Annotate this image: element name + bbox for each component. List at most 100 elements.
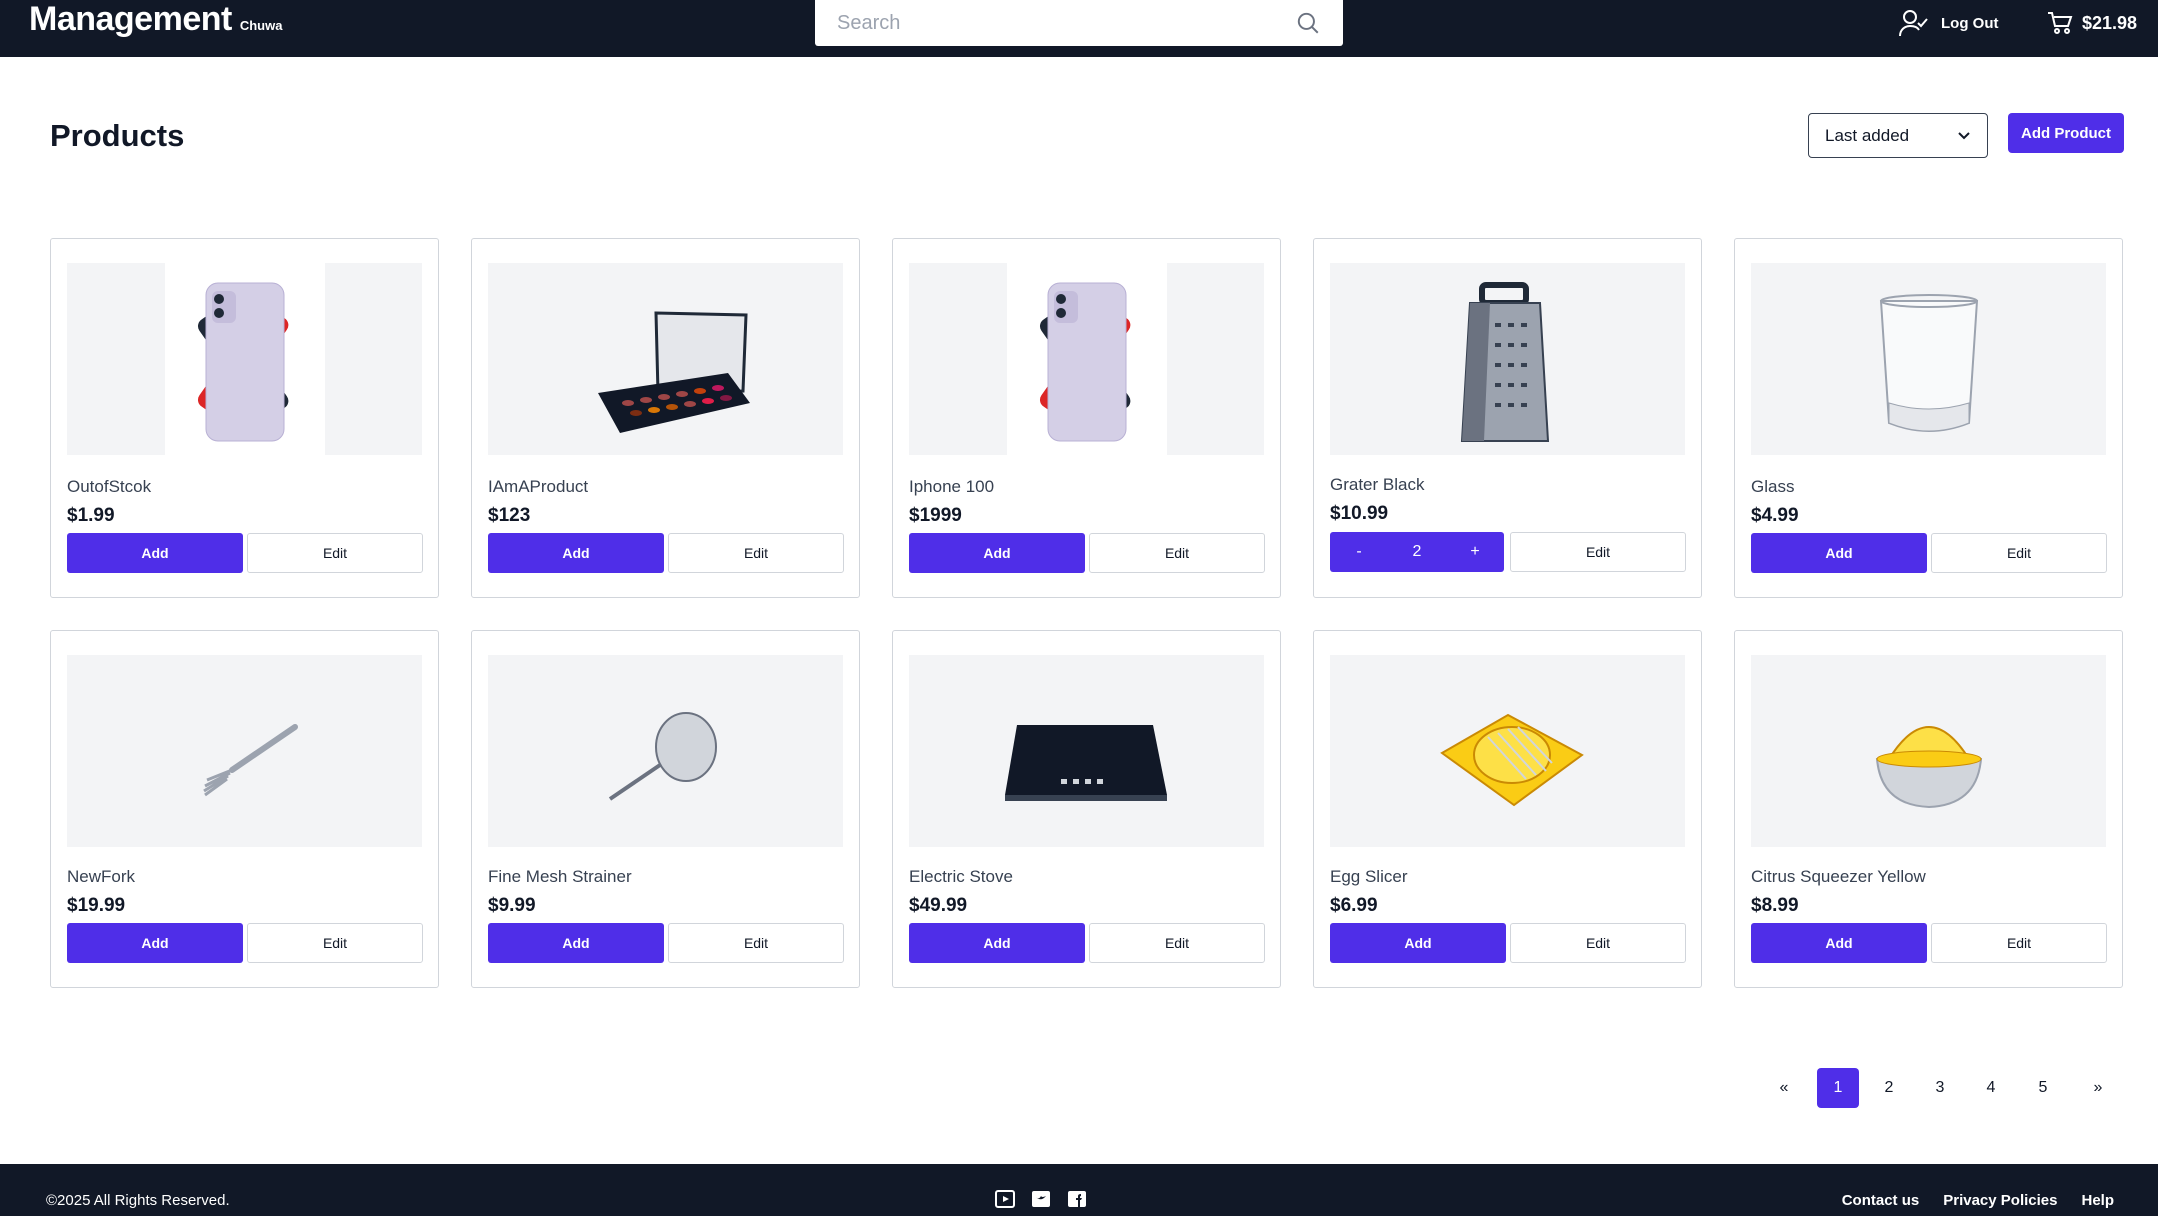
product-image[interactable] [1751, 263, 2106, 455]
cart-total: $21.98 [2082, 12, 2138, 33]
product-image[interactable] [488, 263, 843, 455]
product-price: $1.99 [67, 505, 115, 526]
product-name[interactable]: Citrus Squeezer Yellow [1751, 867, 1926, 887]
quantity-value: 2 [1412, 543, 1422, 560]
search-icon[interactable] [1295, 10, 1321, 36]
product-image[interactable] [909, 655, 1264, 847]
product-card: Fine Mesh Strainer $9.99 Add Edit [471, 630, 860, 988]
privacy-policies-link[interactable]: Privacy Policies [1943, 1192, 2057, 1209]
product-image[interactable] [67, 655, 422, 847]
product-name[interactable]: Fine Mesh Strainer [488, 867, 632, 887]
search-box [815, 0, 1343, 46]
cart-icon [2048, 12, 2073, 34]
first-page-button[interactable]: « [1763, 1068, 1805, 1108]
product-price: $6.99 [1330, 895, 1378, 916]
edit-button[interactable]: Edit [247, 923, 423, 963]
product-image[interactable] [488, 655, 843, 847]
product-card: NewFork $19.99 Add Edit [50, 630, 439, 988]
product-image[interactable] [909, 263, 1264, 455]
stove-icon [1005, 725, 1167, 801]
product-price: $19.99 [67, 895, 126, 916]
increment-button[interactable]: + [1446, 543, 1504, 561]
product-name[interactable]: Electric Stove [909, 867, 1013, 887]
product-image[interactable] [1751, 655, 2106, 847]
sort-select[interactable]: Last added [1808, 113, 1988, 158]
product-name[interactable]: NewFork [67, 867, 135, 887]
product-name[interactable]: Egg Slicer [1330, 867, 1407, 887]
grater-icon [1460, 282, 1550, 442]
footer-links: Contact us Privacy Policies Help [1842, 1192, 2114, 1209]
product-price: $4.99 [1751, 505, 1799, 526]
page-button-1[interactable]: 1 [1817, 1068, 1859, 1108]
contact-us-link[interactable]: Contact us [1842, 1192, 1920, 1209]
add-to-cart-button[interactable]: Add [488, 533, 664, 573]
product-card: Glass $4.99 Add Edit [1734, 238, 2123, 598]
logout-label: Log Out [1941, 14, 1999, 32]
product-card: IAmAProduct $123 Add Edit [471, 238, 860, 598]
edit-button[interactable]: Edit [1089, 533, 1265, 573]
logout-button[interactable]: Log Out [1899, 8, 1998, 38]
page-button-4[interactable]: 4 [1970, 1068, 2012, 1108]
top-header: Management Chuwa Log Out $21.98 [0, 0, 2158, 57]
product-price: $123 [488, 505, 531, 526]
add-to-cart-button[interactable]: Add [67, 533, 243, 573]
decrement-button[interactable]: - [1330, 543, 1388, 561]
edit-button[interactable]: Edit [1510, 923, 1686, 963]
add-to-cart-button[interactable]: Add [1751, 533, 1927, 573]
social-links [994, 1188, 1088, 1210]
brand-subtitle: Chuwa [239, 18, 283, 33]
product-name[interactable]: Glass [1751, 477, 1794, 497]
product-image[interactable] [1330, 655, 1685, 847]
twitter-icon[interactable] [1030, 1188, 1052, 1210]
edit-button[interactable]: Edit [247, 533, 423, 573]
brand-title: Management [29, 0, 232, 38]
page-button-3[interactable]: 3 [1919, 1068, 1961, 1108]
glass-icon [1879, 294, 1979, 432]
product-name[interactable]: IAmAProduct [488, 477, 588, 497]
edit-button[interactable]: Edit [1089, 923, 1265, 963]
product-name[interactable]: Iphone 100 [909, 477, 994, 497]
search-input[interactable] [815, 0, 1343, 46]
footer: ©2025 All Rights Reserved. Contact us Pr… [0, 1164, 2158, 1216]
add-to-cart-button[interactable]: Add [488, 923, 664, 963]
product-card: Electric Stove $49.99 Add Edit [892, 630, 1281, 988]
product-image[interactable] [1330, 263, 1685, 455]
help-link[interactable]: Help [2081, 1192, 2114, 1209]
add-to-cart-button[interactable]: Add [909, 923, 1085, 963]
product-price: $8.99 [1751, 895, 1799, 916]
fork-icon [203, 724, 298, 797]
product-name[interactable]: OutofStcok [67, 477, 151, 497]
add-to-cart-button[interactable]: Add [909, 533, 1085, 573]
add-to-cart-button[interactable]: Add [1330, 923, 1506, 963]
edit-button[interactable]: Edit [1931, 923, 2107, 963]
product-card: Citrus Squeezer Yellow $8.99 Add Edit [1734, 630, 2123, 988]
product-card: Egg Slicer $6.99 Add Edit [1313, 630, 1702, 988]
page-button-2[interactable]: 2 [1868, 1068, 1910, 1108]
product-card: OutofStcok $1.99 Add Edit [50, 238, 439, 598]
citrus-squeezer-icon [1875, 726, 1983, 809]
product-price: $10.99 [1330, 503, 1389, 524]
product-card: Iphone 100 $1999 Add Edit [892, 238, 1281, 598]
phone-icon [1007, 263, 1167, 455]
product-price: $1999 [909, 505, 962, 526]
edit-button[interactable]: Edit [668, 923, 844, 963]
product-price: $9.99 [488, 895, 536, 916]
add-to-cart-button[interactable]: Add [67, 923, 243, 963]
last-page-button[interactable]: » [2077, 1068, 2119, 1108]
product-image[interactable] [67, 263, 422, 455]
edit-button[interactable]: Edit [1931, 533, 2107, 573]
brand[interactable]: Management Chuwa [29, 0, 282, 43]
cart-button[interactable]: $21.98 [2047, 8, 2137, 38]
facebook-icon[interactable] [1066, 1188, 1088, 1210]
youtube-icon[interactable] [994, 1188, 1016, 1210]
edit-button[interactable]: Edit [1510, 532, 1686, 572]
product-price: $49.99 [909, 895, 968, 916]
product-name[interactable]: Grater Black [1330, 475, 1424, 495]
quantity-stepper: - 2 + [1330, 532, 1504, 572]
add-to-cart-button[interactable]: Add [1751, 923, 1927, 963]
product-card: Grater Black $10.99 - 2 + Edit [1313, 238, 1702, 598]
add-product-button[interactable]: Add Product [2008, 113, 2124, 153]
page-button-5[interactable]: 5 [2022, 1068, 2064, 1108]
phone-icon [165, 263, 325, 455]
edit-button[interactable]: Edit [668, 533, 844, 573]
